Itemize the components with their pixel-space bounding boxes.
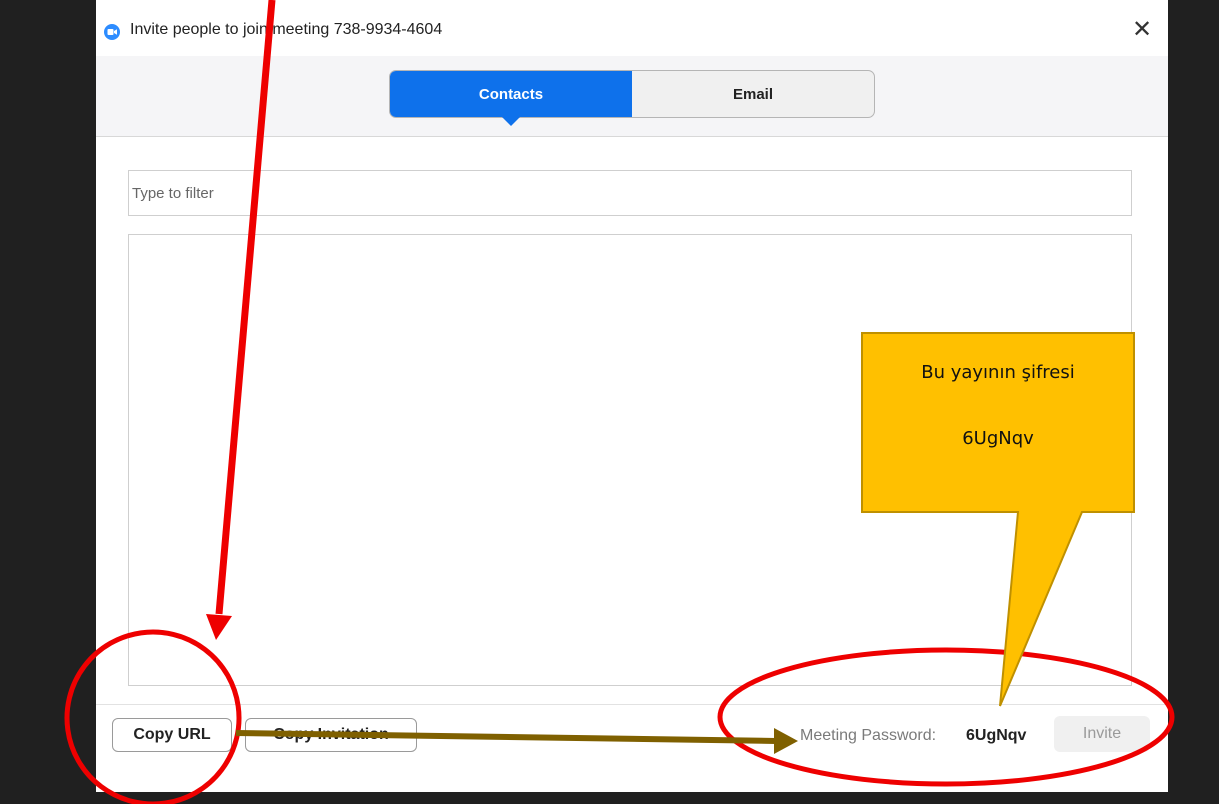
copy-invitation-button[interactable]: Copy Invitation [245,718,417,752]
meeting-password-value: 6UgNqv [966,727,1027,744]
filter-input[interactable] [128,170,1132,216]
meeting-password-label: Meeting Password: [800,727,937,744]
copy-url-button[interactable]: Copy URL [112,718,232,752]
tab-contacts[interactable]: Contacts [390,71,632,126]
window-title: Invite people to join meeting 738-9934-4… [130,21,443,38]
invite-button[interactable]: Invite [1054,716,1150,752]
zoom-camera-icon [104,24,120,40]
title-bar: Invite people to join meeting 738-9934-4… [96,0,1168,56]
tab-bar: Contacts Email [96,56,1168,137]
invite-dialog: Invite people to join meeting 738-9934-4… [96,0,1168,792]
contact-list[interactable] [128,234,1132,686]
close-icon[interactable]: ✕ [1130,18,1154,42]
tab-email[interactable]: Email [632,71,874,117]
callout-line-2: 6UgNqv [962,428,1034,449]
callout-line-1: Bu yayının şifresi [921,362,1075,383]
footer-divider [96,704,1168,705]
tab-switcher: Contacts Email [389,70,875,126]
